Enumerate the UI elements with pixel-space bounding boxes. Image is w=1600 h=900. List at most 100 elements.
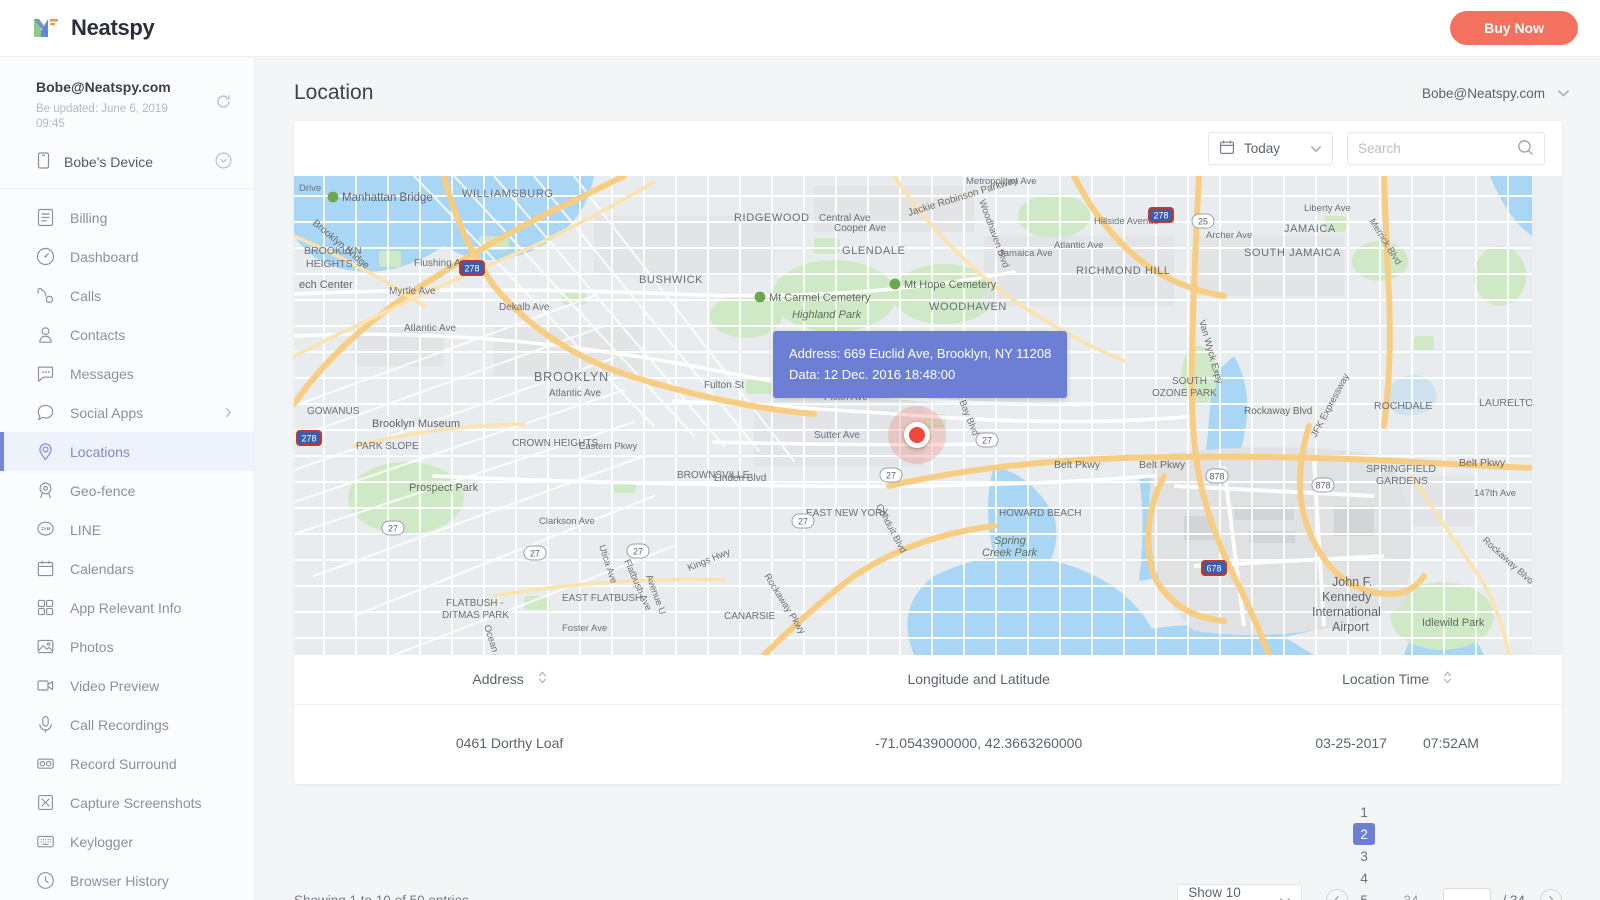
screenshot-icon [36, 793, 55, 812]
line-app-icon [36, 520, 55, 539]
sidebar-item-app-relevant-info[interactable]: App Relevant Info [0, 588, 254, 627]
account-updated: Be updated: June 6, 2019 09:45 [36, 102, 186, 132]
svg-text:Atlantic Ave: Atlantic Ave [549, 388, 602, 399]
svg-text:278: 278 [1153, 211, 1168, 221]
chevron-down-icon[interactable] [215, 152, 232, 172]
svg-text:878: 878 [1209, 472, 1224, 482]
column-label-time: Location Time [1342, 671, 1429, 687]
refresh-icon[interactable] [215, 93, 232, 113]
sidebar-item-line[interactable]: LINE [0, 510, 254, 549]
buy-now-button[interactable]: Buy Now [1450, 11, 1578, 45]
svg-text:Atlantic Ave: Atlantic Ave [404, 323, 457, 334]
cell-clock: 07:52AM [1423, 735, 1479, 751]
user-menu[interactable]: Bobe@Neatspy.com [1422, 86, 1570, 101]
column-header-time[interactable]: Location Time [1232, 655, 1562, 705]
svg-text:Highland Park: Highland Park [792, 309, 862, 321]
sidebar-item-locations[interactable]: Locations [0, 432, 254, 471]
pagination-prev-button[interactable] [1326, 889, 1348, 900]
entries-per-page-select[interactable]: Show 10 entries [1177, 884, 1302, 900]
sidebar-item-video-preview[interactable]: Video Preview [0, 666, 254, 705]
sort-icon[interactable] [1443, 670, 1452, 688]
search-input[interactable] [1358, 141, 1517, 156]
sidebar-item-label: Keylogger [70, 834, 133, 850]
svg-text:Dekalb Ave: Dekalb Ave [499, 302, 550, 313]
svg-text:Belt Pkwy: Belt Pkwy [1054, 459, 1101, 471]
date-range-select[interactable]: Today [1208, 132, 1333, 165]
sidebar-item-photos[interactable]: Photos [0, 627, 254, 666]
svg-text:LAURELTON: LAURELTON [1479, 397, 1532, 409]
sidebar-item-social-apps[interactable]: Social Apps [0, 393, 254, 432]
svg-text:Linden Blvd: Linden Blvd [714, 473, 766, 484]
svg-text:Myrtle Ave: Myrtle Ave [389, 286, 436, 297]
location-map[interactable]: .rd { stroke:#ffffff; fill:none; stroke-… [294, 176, 1562, 655]
search-box[interactable] [1347, 132, 1545, 165]
card-toolbar: Today [294, 121, 1562, 176]
sidebar-item-capture-screenshots[interactable]: Capture Screenshots [0, 783, 254, 822]
footer-controls: Show 10 entries 1234 [1177, 801, 1562, 900]
pagination-next-button[interactable] [1540, 889, 1562, 900]
page-jump-input[interactable] [1443, 888, 1491, 900]
gauge-icon [36, 247, 55, 266]
sidebar-item-label: LINE [70, 522, 101, 538]
device-selector[interactable]: Bobe's Device [0, 138, 254, 189]
search-icon[interactable] [1517, 139, 1534, 159]
svg-text:27: 27 [633, 547, 643, 557]
svg-text:PARK SLOPE: PARK SLOPE [356, 441, 419, 452]
pagination-page-2[interactable]: 2 [1353, 823, 1375, 845]
svg-text:Cooper Ave: Cooper Ave [834, 223, 887, 234]
pagination-page-3[interactable]: 3 [1353, 845, 1375, 867]
sidebar-item-keylogger[interactable]: Keylogger [0, 822, 254, 861]
table-row[interactable]: 0461 Dorthy Loaf -71.0543900000, 42.3663… [294, 705, 1562, 785]
sidebar-item-messages[interactable]: Messages [0, 354, 254, 393]
pagination-page-1[interactable]: 1 [1353, 801, 1375, 823]
phone-icon [36, 152, 51, 172]
svg-text:CANARSIE: CANARSIE [724, 611, 775, 622]
locations-table: Address Longitu [294, 655, 1562, 784]
content-wrapper: Bobe@Neatspy.com Be updated: June 6, 201… [0, 57, 1600, 900]
column-header-address[interactable]: Address [294, 655, 725, 705]
cell-date: 03-25-2017 [1315, 735, 1387, 751]
svg-text:Sutter Ave: Sutter Ave [814, 430, 860, 441]
sidebar-item-call-recordings[interactable]: Call Recordings [0, 705, 254, 744]
brand-name: Neatspy [71, 15, 155, 41]
location-marker-icon[interactable] [888, 406, 946, 464]
table-header-row: Address Longitu [294, 655, 1562, 705]
sidebar-item-calls[interactable]: Calls [0, 276, 254, 315]
svg-text:27: 27 [886, 471, 896, 481]
sidebar-item-browser-history[interactable]: Browser History [0, 861, 254, 900]
clock-icon [36, 871, 55, 890]
pagination-page-4[interactable]: 4 [1353, 867, 1375, 889]
sidebar-item-calendars[interactable]: Calendars [0, 549, 254, 588]
sidebar-item-billing[interactable]: Billing [0, 198, 254, 237]
map-pin-icon [36, 442, 55, 461]
pagination-page-5[interactable]: 5 [1353, 889, 1375, 900]
svg-text:Creek Park: Creek Park [982, 547, 1038, 559]
sidebar-item-label: Messages [70, 366, 134, 382]
brand-logo[interactable]: Neatspy [32, 15, 155, 41]
svg-text:GLENDALE: GLENDALE [842, 245, 906, 257]
svg-text:RICHMOND HILL: RICHMOND HILL [1076, 265, 1171, 277]
sidebar-item-dashboard[interactable]: Dashboard [0, 237, 254, 276]
svg-text:DITMAS PARK: DITMAS PARK [442, 610, 509, 621]
sidebar-item-record-surround[interactable]: Record Surround [0, 744, 254, 783]
svg-text:JAMAICA: JAMAICA [1284, 223, 1336, 235]
svg-text:SPRINGFIELD: SPRINGFIELD [1366, 463, 1436, 475]
chevron-right-icon[interactable] [225, 405, 232, 421]
svg-text:Idlewild Park: Idlewild Park [1422, 617, 1485, 629]
sidebar-item-contacts[interactable]: Contacts [0, 315, 254, 354]
svg-text:Kennedy: Kennedy [1322, 590, 1372, 604]
svg-text:878: 878 [1315, 481, 1330, 491]
sidebar-item-label: Photos [70, 639, 114, 655]
video-camera-icon [36, 676, 55, 695]
sidebar-item-label: Capture Screenshots [70, 795, 202, 811]
svg-text:Atlantic Ave: Atlantic Ave [1054, 240, 1103, 251]
svg-text:WILLIAMSBURG: WILLIAMSBURG [462, 188, 554, 200]
svg-text:EAST FLATBUSH: EAST FLATBUSH [562, 593, 642, 604]
sidebar-item-geo-fence[interactable]: Geo-fence [0, 471, 254, 510]
svg-text:Manhattan Bridge: Manhattan Bridge [342, 192, 433, 204]
svg-text:25: 25 [1198, 217, 1208, 227]
sort-icon[interactable] [538, 670, 547, 688]
svg-text:GOWANUS: GOWANUS [307, 406, 360, 417]
top-bar: Neatspy Buy Now [0, 0, 1600, 57]
cell-address: 0461 Dorthy Loaf [294, 705, 725, 785]
